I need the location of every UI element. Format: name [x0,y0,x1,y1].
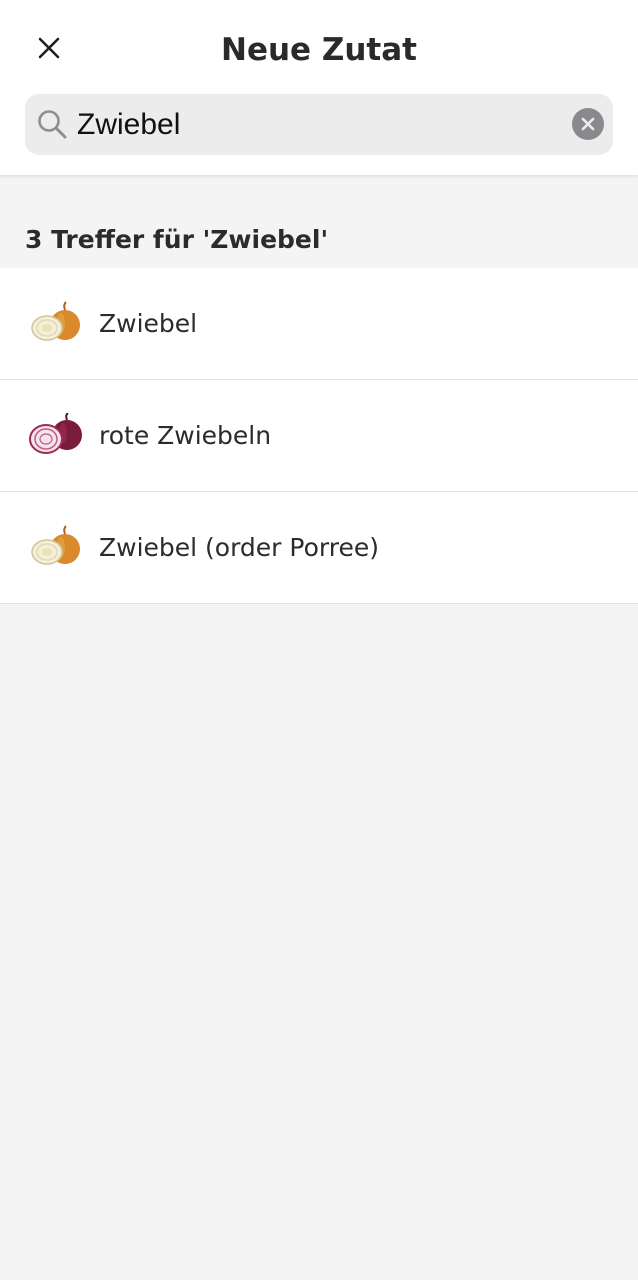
result-label: Zwiebel [99,309,198,338]
red-onion-icon [29,413,82,454]
results-count-heading: 3 Treffer für 'Zwiebel' [25,225,329,254]
top-bar: Neue Zutat [0,0,638,175]
result-label: Zwiebel (order Porree) [99,533,379,562]
result-label: rote Zwiebeln [99,421,272,450]
search-bar[interactable] [25,94,613,155]
yellow-onion-icon [31,301,80,341]
result-list: Zwiebel rote Zwiebeln Zwiebel (order Por… [0,268,638,604]
page-title: Neue Zutat [221,32,417,68]
clear-search-button[interactable] [572,108,604,140]
search-input[interactable] [77,102,557,147]
clear-icon [581,117,595,131]
result-item-rote-zwiebeln[interactable]: rote Zwiebeln [0,380,638,492]
result-item-zwiebel-porree[interactable]: Zwiebel (order Porree) [0,492,638,604]
result-item-zwiebel[interactable]: Zwiebel [0,268,638,380]
yellow-onion-icon [31,525,80,565]
search-icon [38,110,67,139]
